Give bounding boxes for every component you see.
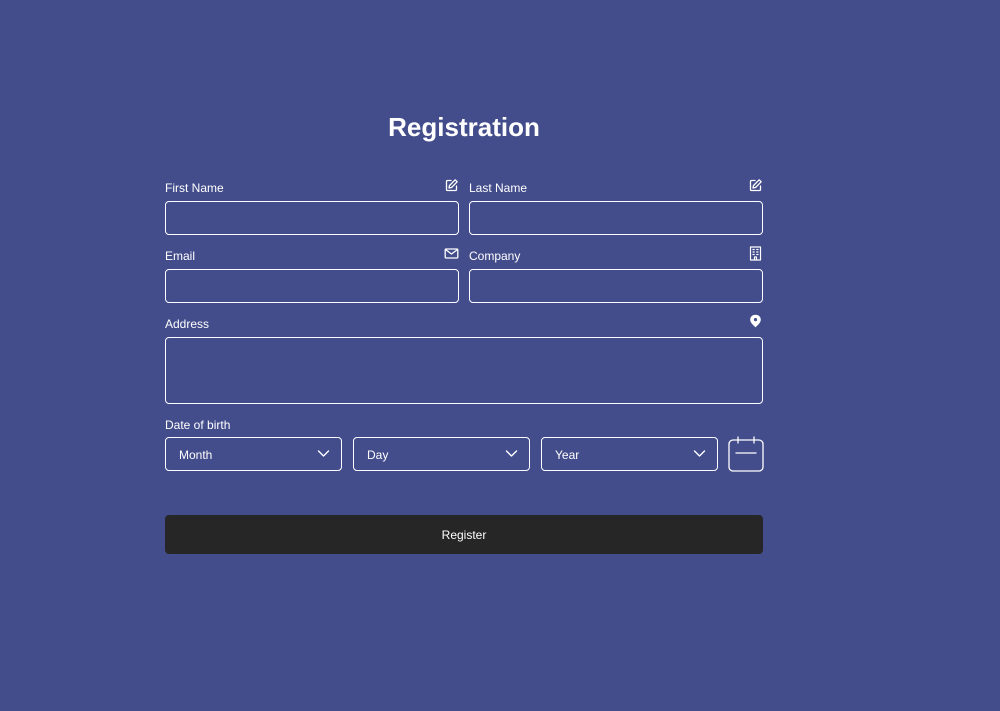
chevron-down-icon — [505, 449, 518, 458]
day-select[interactable]: Day — [353, 437, 530, 471]
address-input[interactable] — [165, 337, 763, 404]
building-icon — [748, 246, 763, 261]
email-field: Email — [165, 246, 459, 303]
month-select-value: Month — [179, 448, 213, 462]
company-label: Company — [469, 249, 521, 263]
email-label: Email — [165, 249, 196, 263]
year-select-value: Year — [555, 448, 580, 462]
company-input[interactable] — [469, 269, 763, 303]
address-label: Address — [165, 317, 210, 331]
month-select[interactable]: Month — [165, 437, 342, 471]
day-select-value: Day — [367, 448, 389, 462]
email-input[interactable] — [165, 269, 459, 303]
page-title: Registration — [388, 112, 540, 142]
company-field: Company — [469, 246, 763, 303]
last-name-label: Last Name — [469, 181, 528, 195]
edit-icon — [444, 178, 459, 193]
chevron-down-icon — [693, 449, 706, 458]
date-of-birth-label: Date of birth — [165, 418, 231, 432]
chevron-down-icon — [317, 449, 330, 458]
first-name-label: First Name — [165, 181, 224, 195]
year-select[interactable]: Year — [541, 437, 718, 471]
register-button[interactable]: Register — [165, 515, 763, 554]
location-pin-icon — [748, 314, 763, 329]
mail-icon — [444, 246, 459, 261]
first-name-field: First Name — [165, 178, 459, 235]
last-name-input[interactable] — [469, 201, 763, 235]
calendar-icon[interactable] — [728, 436, 764, 472]
edit-icon — [748, 178, 763, 193]
first-name-input[interactable] — [165, 201, 459, 235]
last-name-field: Last Name — [469, 178, 763, 235]
address-field: Address — [165, 314, 763, 404]
